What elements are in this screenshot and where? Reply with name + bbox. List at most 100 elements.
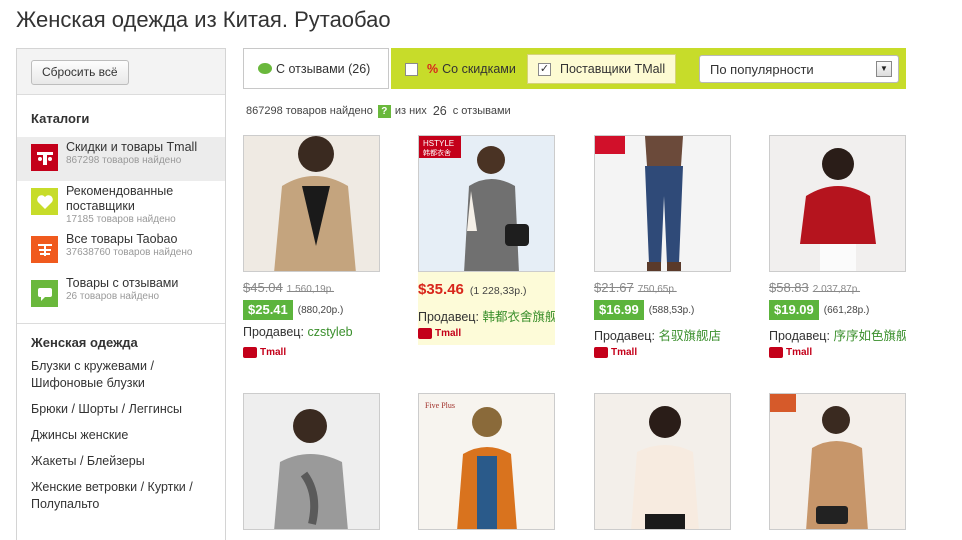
product-image[interactable] [769,135,906,272]
product-image[interactable]: Five Plus [418,393,555,530]
catalogs-title: Каталоги [31,111,90,126]
old-price-rub: 1 560,19р. [286,284,335,295]
product-card: HSTYLE 韩都衣舍 $35.46 (1 228,33р.) Продавец:… [418,135,555,345]
sale-price-badge: $25.41 [243,300,293,320]
catalog-item-tmall[interactable]: Скидки и товары Tmall 867298 товаров най… [17,137,225,181]
tmall-suppliers-label: Поставщики TMall [560,62,666,76]
discount-filter[interactable]: % Со скидками [405,58,516,80]
thumb-brand-text: HSTYLE [423,139,454,148]
tmall-badge: Tmall [243,347,286,358]
sale-price-badge: $16.99 [594,300,644,320]
seller-name-link[interactable]: czstyleb [307,325,352,339]
of-them-label: из них [394,105,427,117]
reset-row: Сбросить всё [17,49,225,95]
seller-label: Продавец: [769,329,830,343]
tmall-badge: Tmall [594,347,637,358]
comment-bubble-icon [258,63,272,74]
tmall-checkbox[interactable]: ✓ [538,62,551,76]
old-price-usd: $58.83 [769,280,809,295]
tmall-text: Tmall [260,347,287,358]
seller: Продавец: 韩都衣舍旗舰 [418,306,555,325]
sale-price-row: $25.41 (880,20р.) [243,300,343,320]
old-price-usd: $45.04 [243,280,283,295]
seller: Продавец: 序序如色旗舰 [769,325,906,344]
product-image[interactable] [769,393,906,530]
seller-label: Продавец: [418,310,479,324]
sale-price-row: $19.09 (661,28р.) [769,300,869,320]
product-image[interactable] [243,135,380,272]
product-card [243,393,403,540]
tmall-badge: Tmall [418,328,461,339]
price-usd: $35.46 [418,281,464,298]
subcategory-pants[interactable]: Брюки / Шорты / Леггинсы [17,401,225,418]
seller: Продавец: 名驭旗舰店 [594,325,731,344]
thumb-brand-text: 韩都衣舍 [423,148,451,157]
tmall-suppliers-filter[interactable]: ✓ Поставщики TMall [527,54,677,84]
old-price: $58.83 2 037,87р. [769,280,860,295]
catalog-item-reviews[interactable]: Товары с отзывами 26 товаров найдено [17,273,225,317]
comment-icon [31,280,58,307]
subcategory-jeans[interactable]: Джинсы женские [17,427,225,444]
results-count: 867298 товаров найдено [246,105,373,117]
catalog-count: 37638760 товаров найдено [66,247,193,258]
catalog-label: Рекомендованные поставщики [66,184,174,213]
sort-selected-value: По популярности [710,61,814,77]
product-card [769,393,929,540]
product-card: $45.04 1 560,19р. $25.41 (880,20р.) Прода… [243,135,403,358]
seller-label: Продавец: [243,325,304,339]
tmall-cat-icon [31,144,58,171]
catalog-item-recommended[interactable]: Рекомендованные поставщики 17185 товаров… [17,181,225,229]
product-image[interactable] [594,393,731,530]
tmall-icon [594,347,608,358]
old-price-rub: 750,65р. [637,284,677,295]
sort-select[interactable]: По популярности ▼ [699,55,899,83]
product-image[interactable] [243,393,380,530]
subcategory-jackets[interactable]: Жакеты / Блейзеры [17,453,225,470]
tmall-text: Tmall [435,328,462,339]
old-price-rub: 2 037,87р. [812,284,861,295]
price-rub: (1 228,33р.) [469,285,527,297]
tmall-text: Tmall [611,347,638,358]
with-reviews-label: с отзывами [452,105,511,117]
thumb-brand-text: Five Plus [425,401,455,410]
price: $35.46 (1 228,33р.) [418,281,527,298]
seller-name-link[interactable]: 序序如色旗舰 [833,329,906,343]
results-summary: 867298 товаров найдено ? из них 26 с отз… [246,104,511,118]
tab-with-reviews[interactable]: С отзывами (26) [243,48,389,89]
product-image[interactable] [594,135,731,272]
filter-bar: С отзывами (26) % Со скидками ✓ Поставщи… [243,48,906,89]
catalog-count: 26 товаров найдено [66,291,160,302]
page-title: Женская одежда из Китая. Рутаобао [16,7,391,32]
sale-price-row: $16.99 (588,53р.) [594,300,694,320]
catalog-label: Товары с отзывами [66,276,179,290]
product-card: $21.67 750,65р. $16.99 (588,53р.) Продаве… [594,135,754,358]
help-icon[interactable]: ? [377,104,391,118]
catalog-item-taobao[interactable]: Все товары Taobao 37638760 товаров найде… [17,229,225,273]
reset-all-button[interactable]: Сбросить всё [31,60,129,85]
product-card: Five Plus [418,393,578,540]
sale-price-rub: (588,53р.) [648,304,695,316]
sale-price-badge: $19.09 [769,300,819,320]
tab-with-reviews-label: С отзывами (26) [276,61,371,76]
catalog-label: Все товары Taobao [66,232,178,246]
subcategory-windbreakers[interactable]: Женские ветровки / Куртки / Полупальто [17,479,225,513]
seller: Продавец: czstyleb [243,325,380,339]
old-price-usd: $21.67 [594,280,634,295]
filter-options-bar: % Со скидками ✓ Поставщики TMall По попу… [391,48,906,89]
tmall-icon [243,347,257,358]
heart-icon [31,188,58,215]
seller-name-link[interactable]: 名驭旗舰店 [658,329,721,343]
reviews-count: 26 [432,104,447,118]
product-image[interactable]: HSTYLE 韩都衣舍 [418,135,555,272]
product-card [594,393,754,540]
product-card: $58.83 2 037,87р. $19.09 (661,28р.) Прода… [769,135,929,358]
seller-name-link[interactable]: 韩都衣舍旗舰 [482,310,555,324]
percent-icon: % [427,62,439,76]
sale-price-rub: (880,20р.) [297,304,344,316]
subcategory-blouses[interactable]: Блузки с кружевами / Шифоновые блузки [17,358,225,392]
tmall-badge: Tmall [769,347,812,358]
catalog-count: 867298 товаров найдено [66,155,182,166]
sale-price-rub: (661,28р.) [823,304,870,316]
chevron-down-icon[interactable]: ▼ [876,61,892,77]
discount-checkbox[interactable] [405,62,418,76]
